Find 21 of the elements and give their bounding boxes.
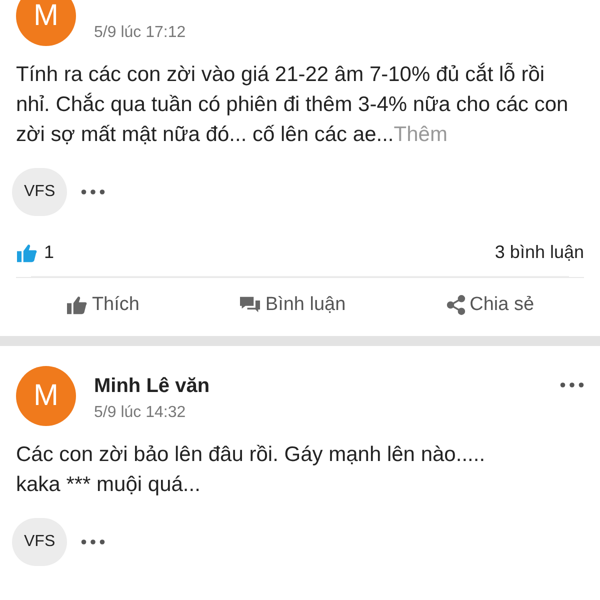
comment-count[interactable]: 3 bình luận: [494, 242, 584, 263]
post-time: 5/9 lúc 14:32: [94, 404, 187, 422]
more-options-icon[interactable]: [81, 539, 106, 545]
thumbs-up-icon: [16, 242, 38, 262]
avatar: M: [16, 366, 76, 426]
avatar: M: [16, 0, 76, 46]
post-time: 5/9 lúc 17:12: [94, 23, 187, 42]
share-button[interactable]: Chia sẻ: [442, 292, 538, 318]
comment-button[interactable]: Bình luận: [235, 292, 350, 318]
stock-tag[interactable]: VFS: [12, 518, 68, 566]
thumbs-up-icon: [66, 295, 88, 315]
post-text: Các con zời bảo lên đâu rồi. Gáy mạnh lên nào..... kaka *** muội quá...: [16, 442, 486, 498]
more-options-icon[interactable]: [81, 189, 106, 195]
author-name[interactable]: Minh Lê văn: [94, 375, 542, 398]
share-icon: [446, 295, 466, 315]
like-count: 1: [44, 242, 54, 263]
more-options-icon[interactable]: [560, 382, 584, 388]
like-button[interactable]: Thích: [62, 292, 144, 318]
chat-bubbles-icon: [239, 295, 262, 315]
post-text: Tính ra các con zời vào giá 21-22 âm 7-10% đủ cắt lỗ rồi nhỉ. Chắc qua tuần có phiên đi thêm 3-4% nữa cho các con zời sợ mất mật nữa đó... cố lên các ae...Thêm: [16, 62, 570, 148]
stock-tag[interactable]: VFS: [12, 168, 68, 216]
